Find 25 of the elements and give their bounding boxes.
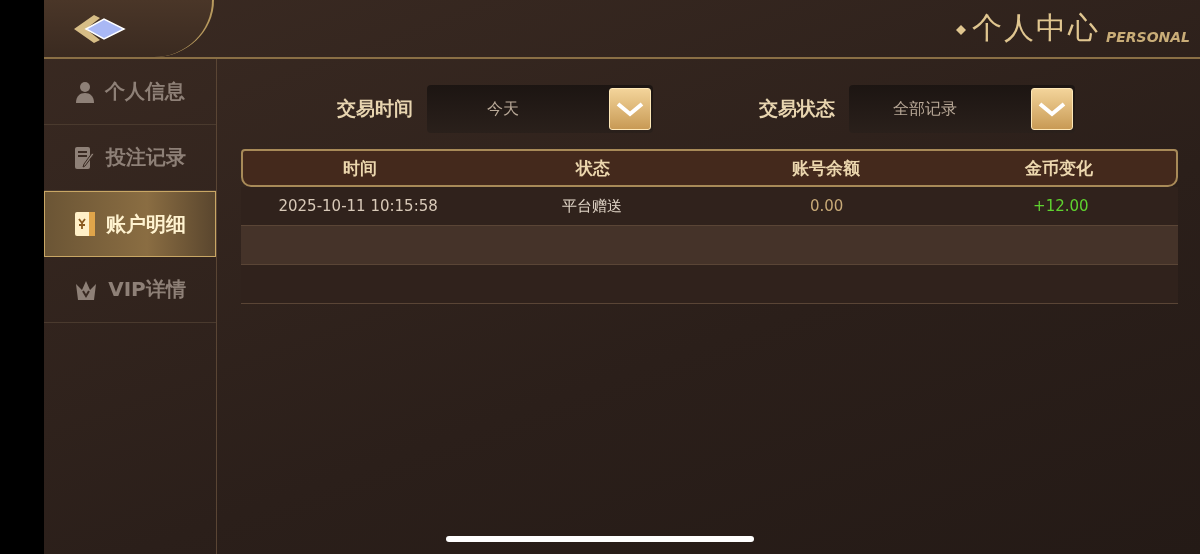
- column-header: 状态: [574, 156, 611, 180]
- dropdown-caret-icon[interactable]: [1031, 88, 1073, 130]
- dropdown-field[interactable]: 今天: [427, 85, 653, 133]
- table-cell-text: +12.00: [1032, 197, 1090, 215]
- sidebar-item[interactable]: 账户明细: [44, 191, 216, 257]
- page-title: 个人中心: [971, 9, 1100, 47]
- note-icon: [74, 145, 96, 170]
- table-cell-text: 2025-10-11 10:15:58: [277, 197, 439, 215]
- diamond-icon: [955, 25, 966, 35]
- table-cell-text: 0.00: [808, 197, 845, 215]
- person-icon: [75, 80, 95, 103]
- dropdown-field[interactable]: 全部记录: [849, 85, 1075, 133]
- table-cell-text: 平台赠送: [561, 196, 624, 216]
- sidebar-item[interactable]: VIP详情: [44, 257, 216, 323]
- column-header: 时间: [341, 156, 378, 180]
- dropdown-caret-icon[interactable]: [609, 88, 651, 130]
- filter-label: 交易状态: [759, 96, 835, 121]
- diamond-back-icon: [72, 12, 128, 45]
- column-header: 账号余额: [791, 156, 862, 180]
- sidebar-item[interactable]: 个人信息: [44, 59, 216, 125]
- column-header: 金币变化: [1024, 156, 1095, 180]
- ledger-icon: [74, 211, 96, 237]
- back-button[interactable]: [44, 0, 214, 57]
- filter-label: 交易时间: [337, 96, 413, 121]
- page-subtitle: PERSONAL: [1105, 29, 1190, 45]
